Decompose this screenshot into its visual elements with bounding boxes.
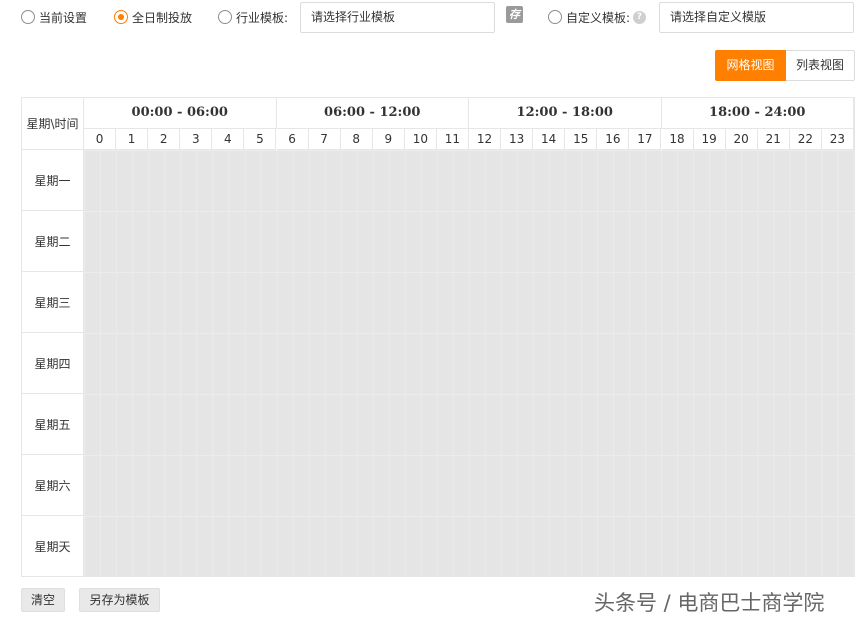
day-row-label[interactable]: 星期二 <box>22 211 84 272</box>
schedule-row[interactable] <box>84 516 854 577</box>
day-row-label[interactable]: 星期五 <box>22 394 84 455</box>
option-label: 全日制投放 <box>132 10 193 25</box>
hour-header[interactable]: 21 <box>757 129 790 150</box>
hour-header[interactable]: 4 <box>212 129 245 150</box>
view-toggle: 网格视图 列表视图 <box>715 50 855 81</box>
hour-header[interactable]: 19 <box>693 129 726 150</box>
radio-selected-icon[interactable] <box>114 10 128 24</box>
option-label: 自定义模板: <box>566 10 631 25</box>
hour-header[interactable]: 10 <box>404 129 437 150</box>
hour-header[interactable]: 3 <box>180 129 213 150</box>
hour-header[interactable]: 6 <box>276 129 309 150</box>
hour-header[interactable]: 14 <box>533 129 566 150</box>
hour-header[interactable]: 7 <box>308 129 341 150</box>
schedule-row[interactable] <box>84 211 854 272</box>
hour-header[interactable]: 16 <box>597 129 630 150</box>
option-current-settings[interactable]: 当前设置 <box>21 6 87 28</box>
time-range-header: 06:00 - 12:00 <box>276 98 469 129</box>
watermark-text: 头条号 / 电商巴士商学院 <box>594 591 825 615</box>
hour-header[interactable]: 1 <box>116 129 149 150</box>
hour-header[interactable]: 18 <box>661 129 694 150</box>
schedule-cells[interactable] <box>84 150 854 576</box>
time-range-header: 18:00 - 24:00 <box>661 98 854 129</box>
schedule-row[interactable] <box>84 333 854 394</box>
hour-header[interactable]: 11 <box>436 129 469 150</box>
day-row-label[interactable]: 星期四 <box>22 333 84 394</box>
hour-header[interactable]: 20 <box>725 129 758 150</box>
custom-template-placeholder: 请选择自定义模版 <box>670 10 767 24</box>
option-full-day[interactable]: 全日制投放 <box>114 6 192 28</box>
schedule-grid: 星期\时间 00:00 - 06:00 06:00 - 12:00 12:00 - … <box>21 97 855 577</box>
save-as-template-button[interactable]: 另存为模板 <box>79 588 160 612</box>
clear-button[interactable]: 清空 <box>21 588 65 612</box>
hour-header[interactable]: 0 <box>84 129 117 150</box>
radio-icon[interactable] <box>21 10 35 24</box>
schedule-row[interactable] <box>84 394 854 455</box>
day-row-label[interactable]: 星期一 <box>22 150 84 211</box>
hour-header[interactable]: 23 <box>821 129 854 150</box>
hour-header[interactable]: 17 <box>629 129 662 150</box>
option-label: 行业模板: <box>236 10 289 25</box>
hour-header[interactable]: 5 <box>244 129 277 150</box>
grid-corner-label: 星期\时间 <box>22 98 84 150</box>
option-label: 当前设置 <box>39 10 88 25</box>
time-range-header: 12:00 - 18:00 <box>469 98 662 129</box>
grid-view-button[interactable]: 网格视图 <box>715 50 786 81</box>
hour-header[interactable]: 12 <box>469 129 502 150</box>
schedule-row[interactable] <box>84 272 854 333</box>
time-range-header: 00:00 - 06:00 <box>84 98 277 129</box>
save-template-icon[interactable]: 存 <box>506 6 523 23</box>
hour-header[interactable]: 8 <box>340 129 373 150</box>
day-row-label[interactable]: 星期三 <box>22 272 84 333</box>
hour-header[interactable]: 15 <box>565 129 598 150</box>
industry-template-select[interactable]: 请选择行业模板 <box>300 2 495 33</box>
option-custom-template[interactable]: 自定义模板: ? <box>548 6 647 28</box>
hour-header[interactable]: 13 <box>501 129 534 150</box>
radio-icon[interactable] <box>218 10 232 24</box>
list-view-button[interactable]: 列表视图 <box>786 50 855 81</box>
time-schedule-panel: 当前设置 全日制投放 行业模板: 请选择行业模板 存 自定义模板: ? 请选择自… <box>0 0 865 622</box>
custom-template-select[interactable]: 请选择自定义模版 <box>659 2 854 33</box>
schedule-row[interactable] <box>84 455 854 516</box>
option-industry-template[interactable]: 行业模板: <box>218 6 288 28</box>
radio-icon[interactable] <box>548 10 562 24</box>
hour-header[interactable]: 22 <box>789 129 822 150</box>
hour-header[interactable]: 9 <box>372 129 405 150</box>
hour-header[interactable]: 2 <box>148 129 181 150</box>
help-icon[interactable]: ? <box>633 10 647 24</box>
day-row-label[interactable]: 星期天 <box>22 516 84 577</box>
industry-template-placeholder: 请选择行业模板 <box>311 10 396 24</box>
schedule-row[interactable] <box>84 150 854 211</box>
day-row-label[interactable]: 星期六 <box>22 455 84 516</box>
